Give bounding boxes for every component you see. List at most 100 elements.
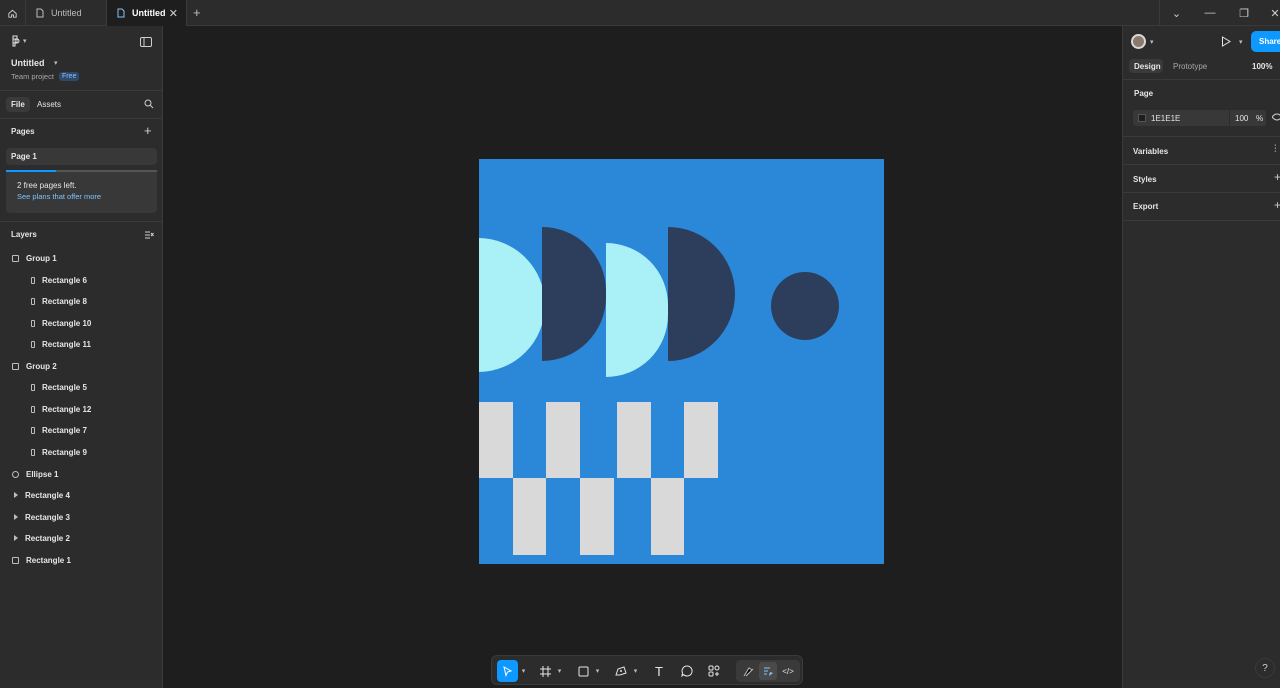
tab-prototype[interactable]: Prototype [1173,62,1207,71]
variables-section[interactable]: Variables [1133,147,1168,156]
present-button[interactable] [1221,36,1231,50]
layer-rectangle-12[interactable]: Rectangle 12 [31,399,91,419]
layer-rectangle-7[interactable]: Rectangle 7 [31,420,87,440]
layer-label: Rectangle 1 [26,555,71,565]
shape-rectangle-3[interactable] [542,227,606,361]
close-tab-icon[interactable]: ✕ [169,7,178,20]
layer-rectangle-8[interactable]: Rectangle 8 [31,291,87,311]
chevron-down-icon: ▾ [23,38,27,45]
tab-assets[interactable]: Assets [37,100,61,109]
shape-rectangle-8[interactable] [546,402,580,478]
canvas[interactable] [163,26,1122,688]
minimize-button[interactable]: — [1193,0,1227,26]
shape-rectangle-11[interactable] [684,402,718,478]
layer-label: Rectangle 11 [42,339,91,349]
chevron-down-icon[interactable]: ▾ [594,660,601,682]
variables-settings-icon[interactable]: ⫶ [1274,144,1277,155]
pen-tool-button[interactable] [612,660,630,682]
page-fill-row[interactable]: 1E1E1E 100 % [1133,110,1266,126]
help-button[interactable]: ? [1255,658,1275,678]
layer-rectangle-1[interactable]: Rectangle 1 [12,550,71,570]
see-plans-link[interactable]: See plans that offer more [17,192,101,201]
search-button[interactable] [144,99,154,112]
shape-rectangle-7[interactable] [651,478,684,555]
tab-untitled-1[interactable]: Untitled [26,0,107,26]
layers-list-icon[interactable] [145,230,154,242]
shape-rectangle-12[interactable] [580,478,614,555]
share-button[interactable]: Share [1251,31,1280,52]
shape-rectangle-1-half[interactable] [668,227,735,361]
layer-rectangle-2[interactable]: Rectangle 2 [14,528,70,548]
layer-group-2[interactable]: Group 2 [12,356,57,376]
layer-label: Ellipse 1 [26,469,59,479]
shape-rectangle-4[interactable] [479,238,545,372]
layer-rectangle-10[interactable]: Rectangle 10 [31,313,91,333]
layer-rectangle-9[interactable]: Rectangle 9 [31,442,87,462]
text-tool-button[interactable]: T [650,660,668,682]
chevron-down-icon[interactable]: ⌄ [1159,0,1193,26]
components-grid-icon [708,665,720,677]
shape-rectangle-2[interactable] [606,243,668,377]
comment-tool-button[interactable] [678,660,696,682]
chevron-down-icon[interactable]: ▾ [54,59,58,67]
text-icon: T [655,663,663,679]
frame-tool-icon [539,665,551,677]
chevron-down-icon[interactable]: ▾ [556,660,563,682]
layer-rectangle-5[interactable]: Rectangle 5 [31,377,87,397]
cursor-icon [503,665,513,677]
shape-rectangle-5[interactable] [513,478,546,555]
layer-label: Rectangle 8 [42,296,87,306]
add-export-icon[interactable]: + [1274,198,1280,212]
home-button[interactable] [0,0,26,26]
toggle-sidebar-button[interactable] [140,37,152,50]
design-mode-button[interactable] [759,662,777,680]
layer-rectangle-3[interactable]: Rectangle 3 [14,507,70,527]
layer-ellipse-1[interactable]: Ellipse 1 [12,464,58,484]
fill-opacity[interactable]: 100 [1235,114,1248,123]
layer-label: Group 2 [26,361,57,371]
layer-rectangle-11[interactable]: Rectangle 11 [31,334,91,354]
chevron-down-icon[interactable]: ▾ [520,660,527,682]
chevron-down-icon[interactable]: ▾ [1239,38,1243,46]
layer-label: Rectangle 5 [42,382,87,392]
ellipse-icon [12,470,19,478]
close-window-button[interactable]: ✕ [1258,0,1280,26]
chevron-down-icon[interactable]: ▾ [632,660,639,682]
project-name: Team project [11,72,54,81]
fill-swatch[interactable] [1138,114,1146,122]
layer-group-1[interactable]: Group 1 [12,248,57,268]
shape-rectangle-6[interactable] [479,402,513,478]
export-section[interactable]: Export [1133,202,1158,211]
divider [1123,164,1280,165]
search-icon [144,99,154,109]
draw-mode-button[interactable] [739,662,757,680]
rectangle-tool-icon [578,666,588,676]
file-name[interactable]: Untitled [11,58,45,68]
artboard-rectangle-1[interactable] [479,159,884,564]
page-item-page-1[interactable]: Page 1 [6,148,157,165]
new-tab-button[interactable]: + [193,5,201,20]
shape-ellipse-1[interactable] [771,272,839,340]
add-style-icon[interactable]: + [1274,170,1280,184]
layer-rectangle-4[interactable]: Rectangle 4 [14,485,70,505]
play-icon [1222,36,1231,47]
frame-icon [12,254,19,262]
layer-rectangle-6[interactable]: Rectangle 6 [31,270,87,290]
move-tool-button[interactable] [497,660,518,682]
add-page-icon[interactable]: + [144,123,152,138]
avatar[interactable] [1131,34,1146,49]
chevron-down-icon[interactable]: ▾ [1150,38,1154,46]
tab-untitled-2[interactable]: Untitled ✕ [107,0,187,26]
rectangle-icon [31,340,35,348]
frame-tool-button[interactable] [536,660,554,682]
restore-button[interactable]: ❐ [1227,0,1261,26]
fill-hex[interactable]: 1E1E1E [1151,114,1180,123]
shape-rectangle-10[interactable] [617,402,651,478]
actions-button[interactable] [705,660,723,682]
styles-section[interactable]: Styles [1133,175,1157,184]
main-menu-button[interactable]: ▾ [11,35,27,47]
zoom-level[interactable]: 100% [1252,62,1272,71]
shape-tool-button[interactable] [574,660,592,682]
dev-mode-button[interactable]: </> [779,662,797,680]
visibility-eye-icon[interactable] [1271,112,1280,125]
